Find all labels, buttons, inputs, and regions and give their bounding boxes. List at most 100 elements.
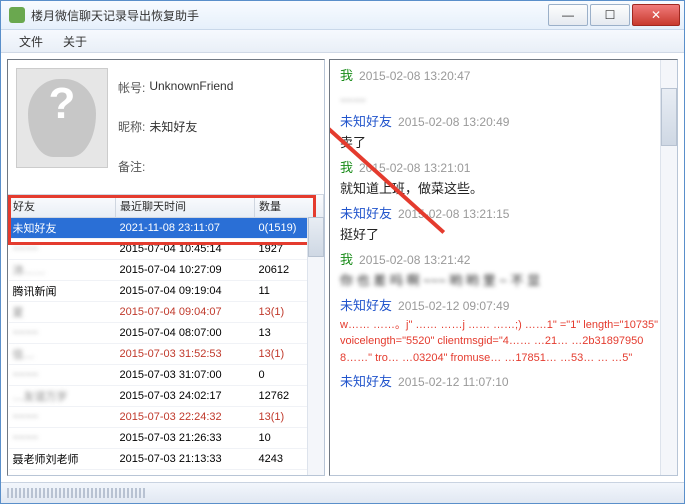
chat-scrollbar[interactable] — [660, 60, 677, 475]
cell-friend: ~~~~ — [9, 365, 116, 386]
client-area: 帐号: UnknownFriend 昵称: 未知好友 备注: — [1, 53, 684, 482]
chat-timestamp: 2015-02-12 11:07:10 — [398, 375, 509, 389]
window-title: 楼月微信聊天记录导出恢复助手 — [31, 7, 548, 24]
chat-text: 就知道上班，做菜这些。 — [340, 179, 663, 199]
table-row[interactable]: 信…2015-07-03 31:52:5313(1) — [9, 344, 324, 365]
field-account: 帐号: UnknownFriend — [118, 79, 316, 96]
cell-friend: 聂老师刘老师 — [9, 449, 116, 470]
account-label: 帐号: — [118, 79, 145, 96]
cell-friend: ~~~~ — [9, 407, 116, 428]
menu-bar: 文件 关于 — [1, 30, 684, 53]
contacts-scrollbar[interactable] — [307, 217, 324, 475]
scroll-thumb[interactable] — [308, 217, 324, 257]
cell-time: 2015-07-04 10:45:14 — [116, 239, 255, 260]
col-count[interactable]: 数量 — [255, 195, 324, 218]
cell-friend: ~~~~ — [9, 323, 116, 344]
avatar — [16, 68, 108, 168]
chat-message: 我 2015-02-08 13:20:47 …… — [340, 66, 663, 106]
chat-sender: 未知好友 — [340, 206, 392, 221]
nickname-label: 昵称: — [118, 118, 145, 135]
cell-time: 2015-07-03 21:26:33 — [116, 428, 255, 449]
chat-message: 我 2015-02-08 13:21:01 就知道上班，做菜这些。 — [340, 158, 663, 198]
col-lasttime[interactable]: 最近聊天时间 — [116, 195, 255, 218]
chat-timestamp: 2015-02-08 13:21:42 — [359, 253, 470, 267]
status-bar — [1, 482, 684, 503]
minimize-button[interactable]: — — [548, 4, 588, 26]
chat-text: w…… ……。j" …… ……j …… ……;) ……1" ="1" lengt… — [340, 317, 663, 367]
menu-file[interactable]: 文件 — [9, 30, 53, 53]
app-icon — [9, 7, 25, 23]
chat-message: 我 2015-02-08 13:21:42 你 也 差 吗 啊 ~~~ 哟 哟 里 … — [340, 250, 663, 290]
table-row[interactable]: ~~~~2015-07-04 10:45:141927 — [9, 239, 324, 260]
chat-body: 我 2015-02-08 13:20:47 …… 未知好友 2015-02-08 13:… — [340, 66, 663, 392]
cell-time: 2015-07-04 10:27:09 — [116, 260, 255, 281]
nickname-value: 未知好友 — [149, 118, 197, 135]
chat-message: 未知好友 2015-02-12 11:07:10 — [340, 372, 663, 392]
cell-friend: 未知好友 — [9, 218, 116, 239]
cell-time: 2015-07-03 22:24:32 — [116, 407, 255, 428]
status-handle-icon — [7, 488, 147, 498]
cell-time: 2015-07-03 31:07:00 — [116, 365, 255, 386]
col-friend[interactable]: 好友 — [9, 195, 116, 218]
cell-time: 2015-07-03 21:12:09 — [116, 470, 255, 476]
chat-panel: 我 2015-02-08 13:20:47 …… 未知好友 2015-02-08 13:… — [329, 59, 678, 476]
table-row[interactable]: ~~~~2015-07-04 08:07:0013 — [9, 323, 324, 344]
contacts-table: 好友 最近聊天时间 数量 未知好友2021-11-08 23:11:070(15… — [8, 195, 324, 475]
cell-friend: 信… — [9, 344, 116, 365]
title-bar[interactable]: 楼月微信聊天记录导出恢复助手 — ☐ ✕ — [1, 1, 684, 30]
chat-sender: 我 — [340, 252, 353, 267]
cell-friend: 夏 — [9, 302, 116, 323]
cell-time: 2015-07-04 08:07:00 — [116, 323, 255, 344]
cell-time: 2021-11-08 23:11:07 — [116, 218, 255, 239]
table-row[interactable]: 夏2015-07-04 09:04:0713(1) — [9, 302, 324, 323]
cell-time: 2015-07-04 09:19:04 — [116, 281, 255, 302]
chat-sender: 未知好友 — [340, 298, 392, 313]
maximize-button[interactable]: ☐ — [590, 4, 630, 26]
cell-friend: ~~~~ — [9, 239, 116, 260]
cell-time: 2015-07-03 21:13:33 — [116, 449, 255, 470]
table-row[interactable]: ~~~~2015-07-03 21:26:3310 — [9, 428, 324, 449]
chat-sender: 我 — [340, 160, 353, 175]
menu-about[interactable]: 关于 — [53, 30, 97, 53]
chat-timestamp: 2015-02-08 13:21:15 — [398, 207, 509, 221]
cell-friend: 沛…… — [9, 260, 116, 281]
cell-friend: 腾讯新闻 — [9, 281, 116, 302]
cell-friend: …友谊万岁 — [9, 386, 116, 407]
profile-box: 帐号: UnknownFriend 昵称: 未知好友 备注: — [8, 60, 324, 195]
close-button[interactable]: ✕ — [632, 4, 680, 26]
cell-friend: ~~~~ — [9, 428, 116, 449]
chat-timestamp: 2015-02-08 13:20:49 — [398, 115, 509, 129]
contacts-area: 好友 最近聊天时间 数量 未知好友2021-11-08 23:11:070(15… — [8, 195, 324, 475]
chat-text: 卖了 — [340, 133, 663, 153]
field-nickname: 昵称: 未知好友 — [118, 118, 316, 135]
left-panel: 帐号: UnknownFriend 昵称: 未知好友 备注: — [7, 59, 325, 476]
chat-text: …… — [340, 87, 663, 107]
table-row[interactable]: 腾讯新闻2015-07-04 09:19:0411 — [9, 281, 324, 302]
contacts-header-row: 好友 最近聊天时间 数量 — [9, 195, 324, 218]
account-value: UnknownFriend — [149, 79, 233, 96]
cell-friend: ~~~~ — [9, 470, 116, 476]
scroll-thumb[interactable] — [661, 88, 677, 146]
cell-time: 2015-07-04 09:04:07 — [116, 302, 255, 323]
table-row[interactable]: 聂老师刘老师2015-07-03 21:13:334243 — [9, 449, 324, 470]
chat-text: 挺好了 — [340, 225, 663, 245]
window-controls: — ☐ ✕ — [548, 4, 680, 26]
chat-sender: 未知好友 — [340, 374, 392, 389]
chat-sender: 我 — [340, 68, 353, 83]
table-row[interactable]: ~~~~2015-07-03 22:24:3213(1) — [9, 407, 324, 428]
table-row[interactable]: 沛……2015-07-04 10:27:0920612 — [9, 260, 324, 281]
table-row[interactable]: …友谊万岁2015-07-03 24:02:1712762 — [9, 386, 324, 407]
chat-text: 你 也 差 吗 啊 ~~~ 哟 哟 里 ~ 不 显 — [340, 271, 663, 291]
table-row[interactable]: ~~~~2015-07-03 31:07:000 — [9, 365, 324, 386]
chat-message: 未知好友2015-02-12 09:07:49w…… ……。j" …… ……j … — [340, 296, 663, 366]
cell-time: 2015-07-03 24:02:17 — [116, 386, 255, 407]
chat-timestamp: 2015-02-08 13:21:01 — [359, 161, 470, 175]
table-row[interactable]: ~~~~2015-07-03 21:12:092794 — [9, 470, 324, 476]
chat-message: 未知好友 2015-02-08 13:21:15 挺好了 — [340, 204, 663, 244]
chat-sender: 未知好友 — [340, 114, 392, 129]
profile-fields: 帐号: UnknownFriend 昵称: 未知好友 备注: — [118, 68, 316, 186]
table-row[interactable]: 未知好友2021-11-08 23:11:070(1519) — [9, 218, 324, 239]
field-remark: 备注: — [118, 158, 316, 175]
chat-timestamp: 2015-02-08 13:20:47 — [359, 69, 470, 83]
chat-message: 未知好友 2015-02-08 13:20:49 卖了 — [340, 112, 663, 152]
